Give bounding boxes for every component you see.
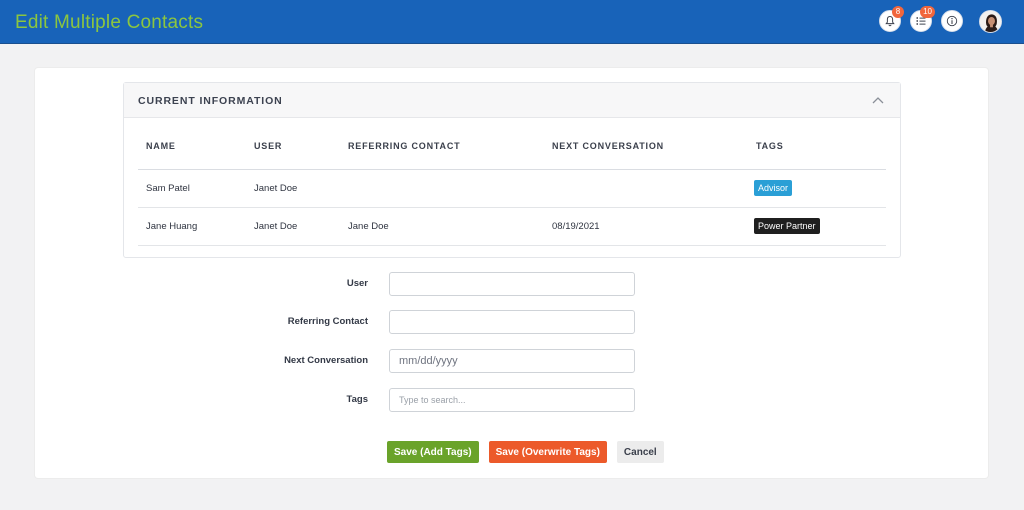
header-actions: 8 10 bbox=[879, 6, 1002, 33]
tasks-button[interactable]: 10 bbox=[910, 6, 935, 32]
user-field[interactable] bbox=[389, 272, 635, 296]
notifications-button[interactable]: 8 bbox=[879, 6, 904, 32]
referring-contact-field[interactable] bbox=[389, 310, 635, 334]
next-conversation-label: Next Conversation bbox=[284, 355, 368, 366]
info-button[interactable] bbox=[941, 10, 963, 32]
cell-referring-contact bbox=[340, 169, 544, 208]
chevron-up-icon[interactable] bbox=[872, 96, 884, 105]
notifications-badge: 8 bbox=[892, 6, 904, 18]
page-title: Edit Multiple Contacts bbox=[15, 12, 204, 33]
cell-tags: Power Partner bbox=[748, 207, 886, 246]
referring-contact-label: Referring Contact bbox=[287, 316, 368, 327]
cell-name: Sam Patel bbox=[138, 169, 246, 208]
table-row: Sam Patel Janet Doe Advisor bbox=[138, 169, 886, 208]
contacts-table: NAME USER REFERRING CONTACT NEXT CONVERS… bbox=[138, 133, 886, 246]
current-information-panel: CURRENT INFORMATION NAME USER REFERRING … bbox=[123, 82, 901, 258]
cell-next-conversation bbox=[544, 169, 748, 208]
save-add-tags-button[interactable]: Save (Add Tags) bbox=[387, 441, 479, 463]
table-row: Jane Huang Janet Doe Jane Doe 08/19/2021… bbox=[138, 207, 886, 246]
column-header-referring-contact: REFERRING CONTACT bbox=[340, 133, 544, 170]
tag-badge: Power Partner bbox=[754, 218, 820, 234]
info-icon bbox=[946, 15, 958, 27]
cell-tags: Advisor bbox=[748, 169, 886, 208]
referring-contact-row: Referring Contact bbox=[35, 310, 988, 334]
tags-row: Tags bbox=[35, 388, 988, 412]
column-header-name: NAME bbox=[138, 133, 246, 170]
cell-next-conversation: 08/19/2021 bbox=[544, 207, 748, 246]
form-actions: Save (Add Tags) Save (Overwrite Tags) Ca… bbox=[387, 441, 664, 463]
next-conversation-date-field[interactable] bbox=[389, 349, 635, 373]
user-label: User bbox=[346, 278, 368, 289]
avatar[interactable] bbox=[979, 10, 1002, 33]
tasks-badge: 10 bbox=[920, 6, 935, 18]
cell-user: Janet Doe bbox=[246, 207, 340, 246]
column-header-tags: TAGS bbox=[748, 133, 886, 170]
cell-name: Jane Huang bbox=[138, 207, 246, 246]
top-bar: Edit Multiple Contacts 8 10 bbox=[0, 0, 1024, 44]
table-header-row: NAME USER REFERRING CONTACT NEXT CONVERS… bbox=[138, 133, 886, 170]
tags-label: Tags bbox=[346, 394, 368, 405]
cancel-button[interactable]: Cancel bbox=[616, 441, 664, 463]
next-conversation-row: Next Conversation bbox=[35, 349, 988, 373]
save-overwrite-tags-button[interactable]: Save (Overwrite Tags) bbox=[488, 441, 607, 463]
cell-user: Janet Doe bbox=[246, 169, 340, 208]
panel-title: CURRENT INFORMATION bbox=[138, 95, 283, 107]
tags-search-input[interactable] bbox=[389, 388, 635, 412]
user-row: User bbox=[35, 272, 988, 296]
cell-referring-contact: Jane Doe bbox=[340, 207, 544, 246]
panel-header[interactable]: CURRENT INFORMATION bbox=[124, 83, 900, 118]
column-header-next-conversation: NEXT CONVERSATION bbox=[544, 133, 748, 170]
tag-badge: Advisor bbox=[754, 180, 793, 196]
edit-card: CURRENT INFORMATION NAME USER REFERRING … bbox=[35, 68, 988, 478]
user-avatar-icon bbox=[980, 11, 1001, 32]
column-header-user: USER bbox=[246, 133, 340, 170]
